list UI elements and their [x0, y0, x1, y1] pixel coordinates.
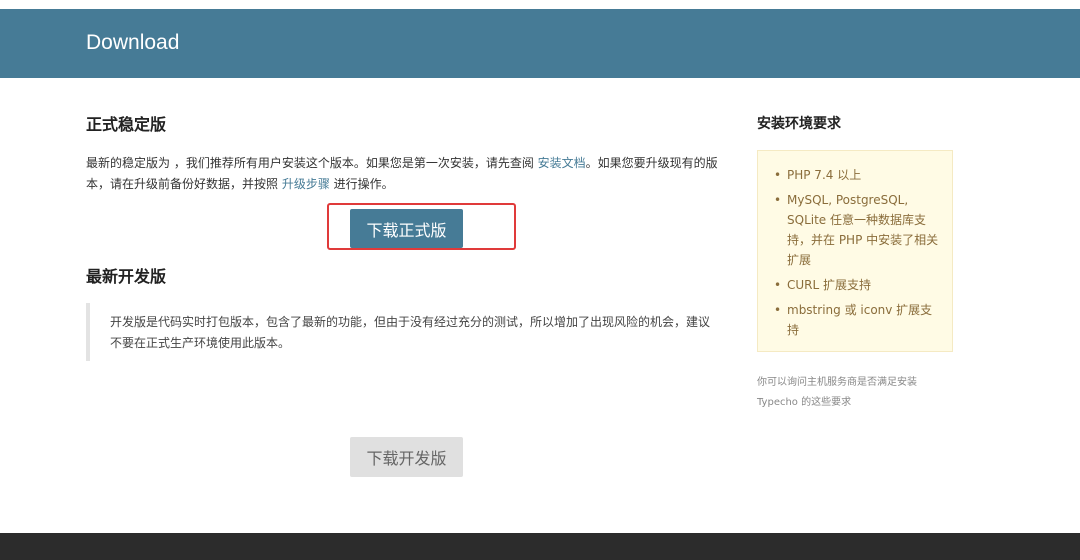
requirements-box: • PHP 7.4 以上 • MySQL, PostgreSQL, SQLite 任… — [757, 150, 953, 352]
stable-desc-text-3: 进行操作。 — [329, 177, 394, 191]
download-stable-button[interactable]: 下载正式版 — [350, 209, 463, 248]
top-strip — [0, 0, 1080, 9]
page-header: Download — [0, 9, 1080, 78]
requirement-text: CURL 扩展支持 — [787, 278, 872, 292]
download-dev-button[interactable]: 下载开发版 — [350, 437, 463, 477]
requirements-list: • PHP 7.4 以上 • MySQL, PostgreSQL, SQLite 任… — [774, 165, 944, 345]
bullet-icon: • — [774, 193, 782, 207]
stable-description: 最新的稳定版为 ，我们推荐所有用户安装这个版本。如果您是第一次安装，请先查阅 安… — [86, 153, 731, 195]
install-docs-link[interactable]: 安装文档 — [538, 156, 586, 170]
dev-blockquote: 开发版是代码实时打包版本，包含了最新的功能，但由于没有经过充分的测试，所以增加了… — [86, 303, 710, 361]
page-footer — [0, 533, 1080, 560]
requirement-text: PHP 7.4 以上 — [787, 168, 862, 182]
page-title: Download — [86, 31, 180, 54]
stable-desc-text-1: 最新的稳定版为 ，我们推荐所有用户安装这个版本。如果您是第一次安装，请先查阅 — [86, 156, 538, 170]
requirement-item-database: • MySQL, PostgreSQL, SQLite 任意一种数据库支持，并在 … — [774, 190, 944, 270]
requirements-note: 你可以询问主机服务商是否满足安装 Typecho 的这些要求 — [757, 377, 917, 408]
requirement-text: mbstring 或 iconv 扩展支持 — [787, 303, 933, 337]
dev-description: 开发版是代码实时打包版本，包含了最新的功能，但由于没有经过充分的测试，所以增加了… — [110, 315, 711, 350]
bullet-icon: • — [774, 303, 782, 317]
requirements-heading: 安装环境要求 — [757, 116, 841, 132]
stable-heading: 正式稳定版 — [86, 115, 167, 134]
bullet-icon: • — [774, 168, 782, 182]
bullet-icon: • — [774, 278, 782, 292]
requirement-item-mbstring: • mbstring 或 iconv 扩展支持 — [774, 300, 944, 340]
requirement-text: MySQL, PostgreSQL, SQLite 任意一种数据库支持，并在 P… — [787, 193, 939, 267]
upgrade-steps-link[interactable]: 升级步骤 — [282, 177, 330, 191]
dev-heading: 最新开发版 — [86, 267, 167, 286]
requirement-item-curl: • CURL 扩展支持 — [774, 275, 944, 295]
requirement-item-php: • PHP 7.4 以上 — [774, 165, 944, 185]
